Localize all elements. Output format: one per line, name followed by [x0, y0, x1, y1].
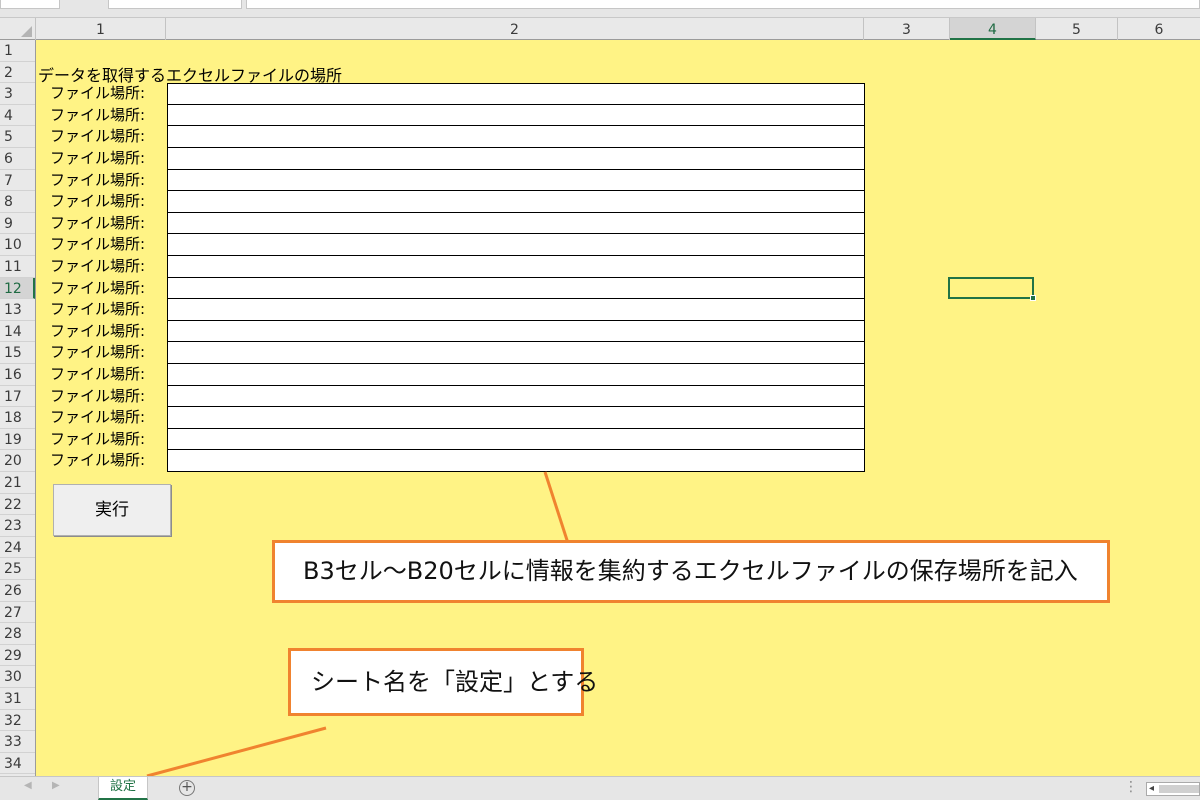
more-options-icon[interactable]: ⋮	[1124, 779, 1138, 795]
file-location-input[interactable]	[167, 169, 865, 192]
column-header-2[interactable]: 2	[166, 18, 864, 40]
file-location-label: ファイル場所:	[50, 300, 146, 319]
column-header-bar: 1 2 3 4 5 6	[0, 18, 1200, 40]
row-header-24[interactable]: 24	[0, 537, 35, 559]
row-header-5[interactable]: 5	[0, 126, 35, 148]
plus-circle-icon[interactable]: +	[179, 780, 195, 796]
scrollbar-thumb[interactable]	[1159, 785, 1199, 793]
row-header-7[interactable]: 7	[0, 170, 35, 192]
file-location-input[interactable]	[167, 407, 865, 429]
row-header-3[interactable]: 3	[0, 83, 35, 105]
column-header-3[interactable]: 3	[864, 18, 950, 40]
column-header-6[interactable]: 6	[1118, 18, 1200, 40]
file-location-input[interactable]	[167, 342, 865, 364]
file-location-label: ファイル場所:	[50, 257, 146, 275]
row-header-17[interactable]: 17	[0, 386, 35, 408]
file-location-input[interactable]	[167, 148, 865, 170]
file-location-input[interactable]	[167, 104, 865, 127]
file-location-input[interactable]	[167, 428, 865, 451]
file-location-label: ファイル場所:	[50, 321, 146, 340]
column-header-5[interactable]: 5	[1036, 18, 1118, 40]
row-header-4[interactable]: 4	[0, 105, 35, 127]
row-header-28[interactable]: 28	[0, 623, 35, 645]
file-location-label: ファイル場所:	[50, 408, 146, 427]
file-location-label: ファイル場所:	[50, 127, 146, 146]
file-location-input[interactable]	[167, 385, 865, 408]
file-location-label: ファイル場所:	[50, 365, 146, 383]
row-header-14[interactable]: 14	[0, 321, 35, 343]
file-location-label: ファイル場所:	[50, 105, 146, 124]
scroll-left-icon[interactable]: ◂	[1149, 783, 1154, 794]
triangle-right-icon[interactable]: ▶	[52, 780, 60, 791]
row-header-32[interactable]: 32	[0, 710, 35, 732]
select-all-corner[interactable]	[0, 18, 36, 40]
row-header-31[interactable]: 31	[0, 688, 35, 710]
row-header-12[interactable]: 12	[0, 277, 35, 300]
file-location-label: ファイル場所:	[50, 149, 146, 167]
row-header-13[interactable]: 13	[0, 299, 35, 321]
file-location-input[interactable]	[167, 126, 865, 148]
triangle-left-icon[interactable]: ◀	[24, 780, 32, 791]
formula-function-box[interactable]	[108, 0, 242, 9]
file-location-input[interactable]	[167, 212, 865, 235]
row-header-2[interactable]: 2	[0, 62, 35, 84]
row-header-21[interactable]: 21	[0, 472, 35, 494]
row-header-22[interactable]: 22	[0, 494, 35, 516]
active-cell-selection[interactable]	[948, 277, 1036, 301]
sheet-tab-settings[interactable]: 設定	[98, 777, 148, 800]
row-header-bar: 1 2 3 4 5 6 7 8 9 10 11 12 13 14 15 16 17 18 19 20 21 22 23 24 2…	[0, 40, 36, 776]
name-box[interactable]	[0, 0, 60, 9]
file-location-label: ファイル場所:	[50, 213, 146, 232]
row-header-33[interactable]: 33	[0, 731, 35, 753]
file-location-input[interactable]	[167, 450, 865, 472]
file-location-label: ファイル場所:	[50, 429, 146, 448]
file-location-input[interactable]	[167, 364, 865, 386]
select-all-icon	[21, 26, 32, 37]
row-header-20[interactable]: 20	[0, 450, 35, 472]
formula-bar-area	[0, 0, 1200, 18]
worksheet-grid[interactable]: データを取得するエクセルファイルの場所 ファイル場所: ファイル場所: ファイル場所…	[36, 40, 1200, 776]
file-location-label: ファイル場所:	[50, 343, 146, 362]
column-header-4[interactable]: 4	[950, 18, 1036, 40]
sheet-tab-bar: ◀ ▶ 設定 + ⋮ ◂	[0, 776, 1200, 800]
row-header-16[interactable]: 16	[0, 364, 35, 386]
horizontal-scrollbar[interactable]: ◂	[1146, 782, 1200, 796]
row-header-34[interactable]: 34	[0, 753, 35, 775]
row-header-19[interactable]: 19	[0, 429, 35, 451]
row-header-27[interactable]: 27	[0, 602, 35, 624]
row-header-8[interactable]: 8	[0, 191, 35, 213]
callout-range-note: B3セル〜B20セルに情報を集約するエクセルファイルの保存場所を記入	[272, 540, 1110, 603]
callout-sheet-name-note: シート名を「設定」とする	[288, 648, 598, 716]
file-location-label: ファイル場所:	[50, 278, 146, 297]
row-header-10[interactable]: 10	[0, 234, 35, 256]
file-location-input[interactable]	[167, 299, 865, 321]
file-location-label: ファイル場所:	[50, 84, 146, 103]
row-header-18[interactable]: 18	[0, 407, 35, 429]
row-header-11[interactable]: 11	[0, 256, 35, 278]
row-header-1[interactable]: 1	[0, 40, 35, 62]
file-location-input[interactable]	[167, 320, 865, 343]
column-header-1[interactable]: 1	[36, 18, 166, 40]
row-header-29[interactable]: 29	[0, 645, 35, 667]
run-button[interactable]: 実行	[53, 484, 171, 536]
row-header-23[interactable]: 23	[0, 515, 35, 537]
formula-input[interactable]	[246, 0, 1200, 9]
file-location-label: ファイル場所:	[50, 386, 146, 405]
file-location-input[interactable]	[167, 277, 865, 300]
row-header-25[interactable]: 25	[0, 558, 35, 580]
file-location-label: ファイル場所:	[50, 170, 146, 189]
file-location-input[interactable]	[167, 256, 865, 278]
file-location-label: ファイル場所:	[50, 192, 146, 211]
file-location-label: ファイル場所:	[50, 235, 146, 254]
fill-handle[interactable]	[1030, 295, 1036, 301]
file-location-label: ファイル場所:	[50, 451, 146, 470]
row-header-30[interactable]: 30	[0, 666, 35, 688]
row-header-26[interactable]: 26	[0, 580, 35, 602]
row-header-15[interactable]: 15	[0, 342, 35, 364]
file-location-input[interactable]	[167, 83, 865, 105]
row-header-6[interactable]: 6	[0, 148, 35, 170]
file-location-input[interactable]	[167, 234, 865, 256]
file-location-input[interactable]	[167, 191, 865, 213]
row-header-9[interactable]: 9	[0, 213, 35, 235]
